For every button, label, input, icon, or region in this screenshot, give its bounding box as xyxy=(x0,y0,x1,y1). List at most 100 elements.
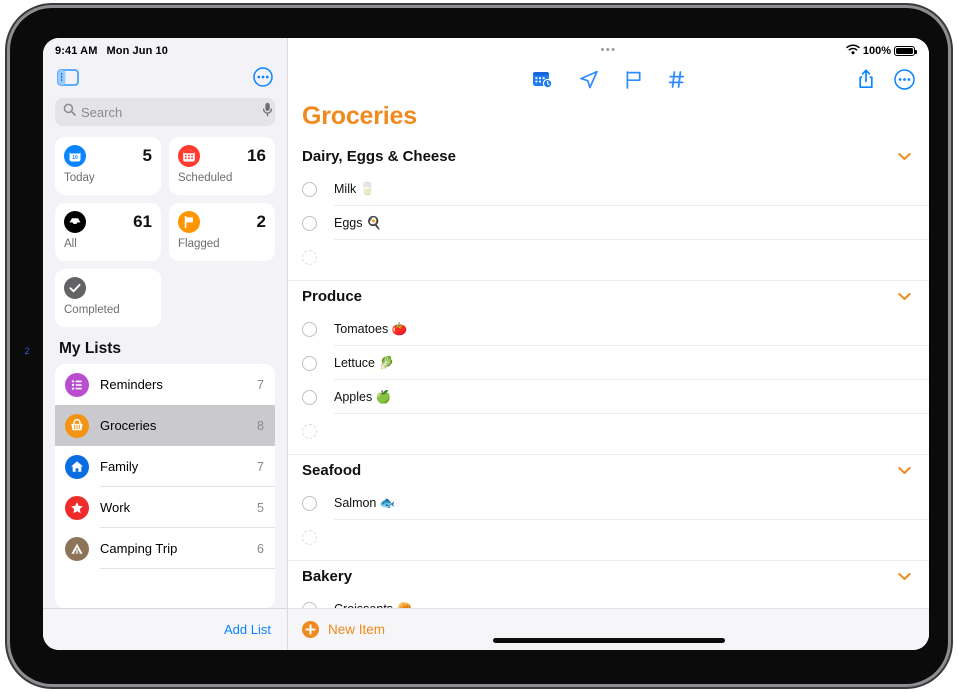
list-item-family-label: Family xyxy=(100,459,139,474)
task-checkbox-empty[interactable] xyxy=(302,529,317,545)
task-label: Salmon 🐟 xyxy=(334,495,396,510)
task-list-scroll[interactable]: Dairy, Eggs & Cheese Milk 🥛 Eggs 🍳 Produ… xyxy=(288,141,929,608)
smart-list-completed[interactable]: Completed xyxy=(55,269,161,327)
smart-list-flagged-label: Flagged xyxy=(178,238,220,250)
annotation-marker-2: 2 xyxy=(24,346,30,356)
section-separator xyxy=(288,274,929,281)
main-toolbar xyxy=(288,60,929,98)
task-row[interactable]: Lettuce 🥬 xyxy=(288,346,929,380)
checkmark-circle-icon xyxy=(64,277,86,299)
task-row[interactable]: Milk 🥛 xyxy=(288,172,929,206)
status-date: Mon Jun 10 xyxy=(106,45,168,57)
main-status-bar: ••• 100% xyxy=(288,38,929,60)
task-label: Apples 🍏 xyxy=(334,389,392,404)
section-header-dairy-eggs-cheese[interactable]: Dairy, Eggs & Cheese xyxy=(288,141,929,172)
sidebar-toolbar xyxy=(43,60,287,94)
search-input[interactable] xyxy=(81,104,257,120)
list-item-groceries-count: 8 xyxy=(257,418,264,433)
new-item-label: New Item xyxy=(328,622,386,637)
chevron-down-icon[interactable] xyxy=(898,292,911,301)
list-item-groceries[interactable]: Groceries 8 xyxy=(55,405,275,446)
task-row[interactable]: Tomatoes 🍅 xyxy=(288,312,929,346)
smart-list-today-count: 5 xyxy=(142,146,152,165)
tent-icon xyxy=(65,536,89,561)
smart-list-scheduled-count: 16 xyxy=(247,146,266,165)
new-item-bar[interactable]: New Item xyxy=(288,608,929,650)
smart-lists-grid: 10 5 Today 16 Scheduled 61 All 2 Flagged… xyxy=(43,134,287,327)
list-item-work-label: Work xyxy=(100,500,131,515)
task-row[interactable]: Croissants 🥐 xyxy=(288,592,929,608)
section-header-bakery[interactable]: Bakery xyxy=(288,561,929,592)
home-indicator[interactable] xyxy=(492,638,725,643)
sidebar-toggle-button[interactable] xyxy=(57,68,79,86)
task-row-empty[interactable] xyxy=(288,240,929,274)
flag-outline-icon xyxy=(625,70,642,92)
toolbar-location-button[interactable] xyxy=(579,70,599,89)
sidebar: 9:41 AM Mon Jun 10 Search 10 5 Today 16 … xyxy=(43,38,288,650)
toolbar-flag-button[interactable] xyxy=(625,70,642,89)
my-lists-heading: My Lists xyxy=(59,340,122,357)
smart-list-all[interactable]: 61 All xyxy=(55,203,161,261)
task-checkbox[interactable] xyxy=(302,495,317,511)
section-header-produce[interactable]: Produce xyxy=(288,281,929,312)
list-item-camping-trip[interactable]: Camping Trip 6 xyxy=(55,528,275,569)
task-checkbox[interactable] xyxy=(302,355,317,371)
task-row[interactable]: Eggs 🍳 xyxy=(288,206,929,240)
section-title: Seafood xyxy=(302,462,362,479)
list-item-family-count: 7 xyxy=(257,459,264,474)
list-item-groceries-label: Groceries xyxy=(100,418,157,433)
list-item-reminders[interactable]: Reminders 7 xyxy=(55,364,275,405)
task-checkbox-empty[interactable] xyxy=(302,423,317,439)
list-item-camping-trip-label: Camping Trip xyxy=(100,541,178,556)
add-list-button[interactable]: Add List xyxy=(224,622,271,637)
chevron-down-icon[interactable] xyxy=(898,152,911,161)
task-checkbox-empty[interactable] xyxy=(302,249,317,265)
ipad-device-frame: 2 9:41 AM Mon Jun 10 Search 10 5 Today 1… xyxy=(10,8,948,684)
task-row-empty[interactable] xyxy=(288,520,929,554)
section-separator xyxy=(288,448,929,455)
toolbar-tags-button[interactable] xyxy=(668,70,686,89)
smart-list-flagged[interactable]: 2 Flagged xyxy=(169,203,275,261)
task-checkbox[interactable] xyxy=(302,389,317,405)
house-icon xyxy=(65,454,89,479)
toolbar-center-group xyxy=(288,70,929,89)
smart-list-flagged-count: 2 xyxy=(256,212,266,231)
search-field[interactable] xyxy=(55,98,275,126)
chevron-down-icon[interactable] xyxy=(898,466,911,475)
main-content: ••• 100% Groceries Dairy, Eggs & Cheese … xyxy=(288,38,929,650)
bullet-list-icon xyxy=(65,372,89,397)
smart-list-scheduled[interactable]: 16 Scheduled xyxy=(169,137,275,195)
task-row-empty[interactable] xyxy=(288,414,929,448)
microphone-icon[interactable] xyxy=(262,102,273,122)
smart-list-today-label: Today xyxy=(64,172,95,184)
list-item-family[interactable]: Family 7 xyxy=(55,446,275,487)
sidebar-more-button[interactable] xyxy=(253,67,273,87)
section-title: Bakery xyxy=(302,568,353,585)
task-checkbox[interactable] xyxy=(302,601,317,608)
ellipsis-circle-icon xyxy=(253,67,273,87)
section-title: Dairy, Eggs & Cheese xyxy=(302,148,456,165)
smart-list-all-count: 61 xyxy=(133,212,152,231)
chevron-down-icon[interactable] xyxy=(898,572,911,581)
task-checkbox[interactable] xyxy=(302,321,317,337)
ipad-screen: 9:41 AM Mon Jun 10 Search 10 5 Today 16 … xyxy=(43,38,929,650)
status-time: 9:41 AM xyxy=(55,45,98,57)
task-row[interactable]: Apples 🍏 xyxy=(288,380,929,414)
window-grabber-handle[interactable]: ••• xyxy=(599,45,619,56)
task-checkbox[interactable] xyxy=(302,181,317,197)
hashtag-icon xyxy=(668,70,686,92)
calendar-clock-icon xyxy=(532,71,553,92)
sidebar-toggle-icon xyxy=(57,68,79,86)
sidebar-status-bar: 9:41 AM Mon Jun 10 xyxy=(43,38,287,60)
task-checkbox[interactable] xyxy=(302,215,317,231)
wifi-icon xyxy=(846,44,860,58)
task-row[interactable]: Salmon 🐟 xyxy=(288,486,929,520)
battery-percentage: 100% xyxy=(862,45,891,57)
list-item-work-count: 5 xyxy=(257,500,264,515)
calendar-scheduled-icon xyxy=(178,145,200,167)
task-label: Eggs 🍳 xyxy=(334,215,382,230)
section-header-seafood[interactable]: Seafood xyxy=(288,455,929,486)
smart-list-today[interactable]: 10 5 Today xyxy=(55,137,161,195)
toolbar-scheduled-button[interactable] xyxy=(532,70,553,89)
list-item-work[interactable]: Work 5 xyxy=(55,487,275,528)
